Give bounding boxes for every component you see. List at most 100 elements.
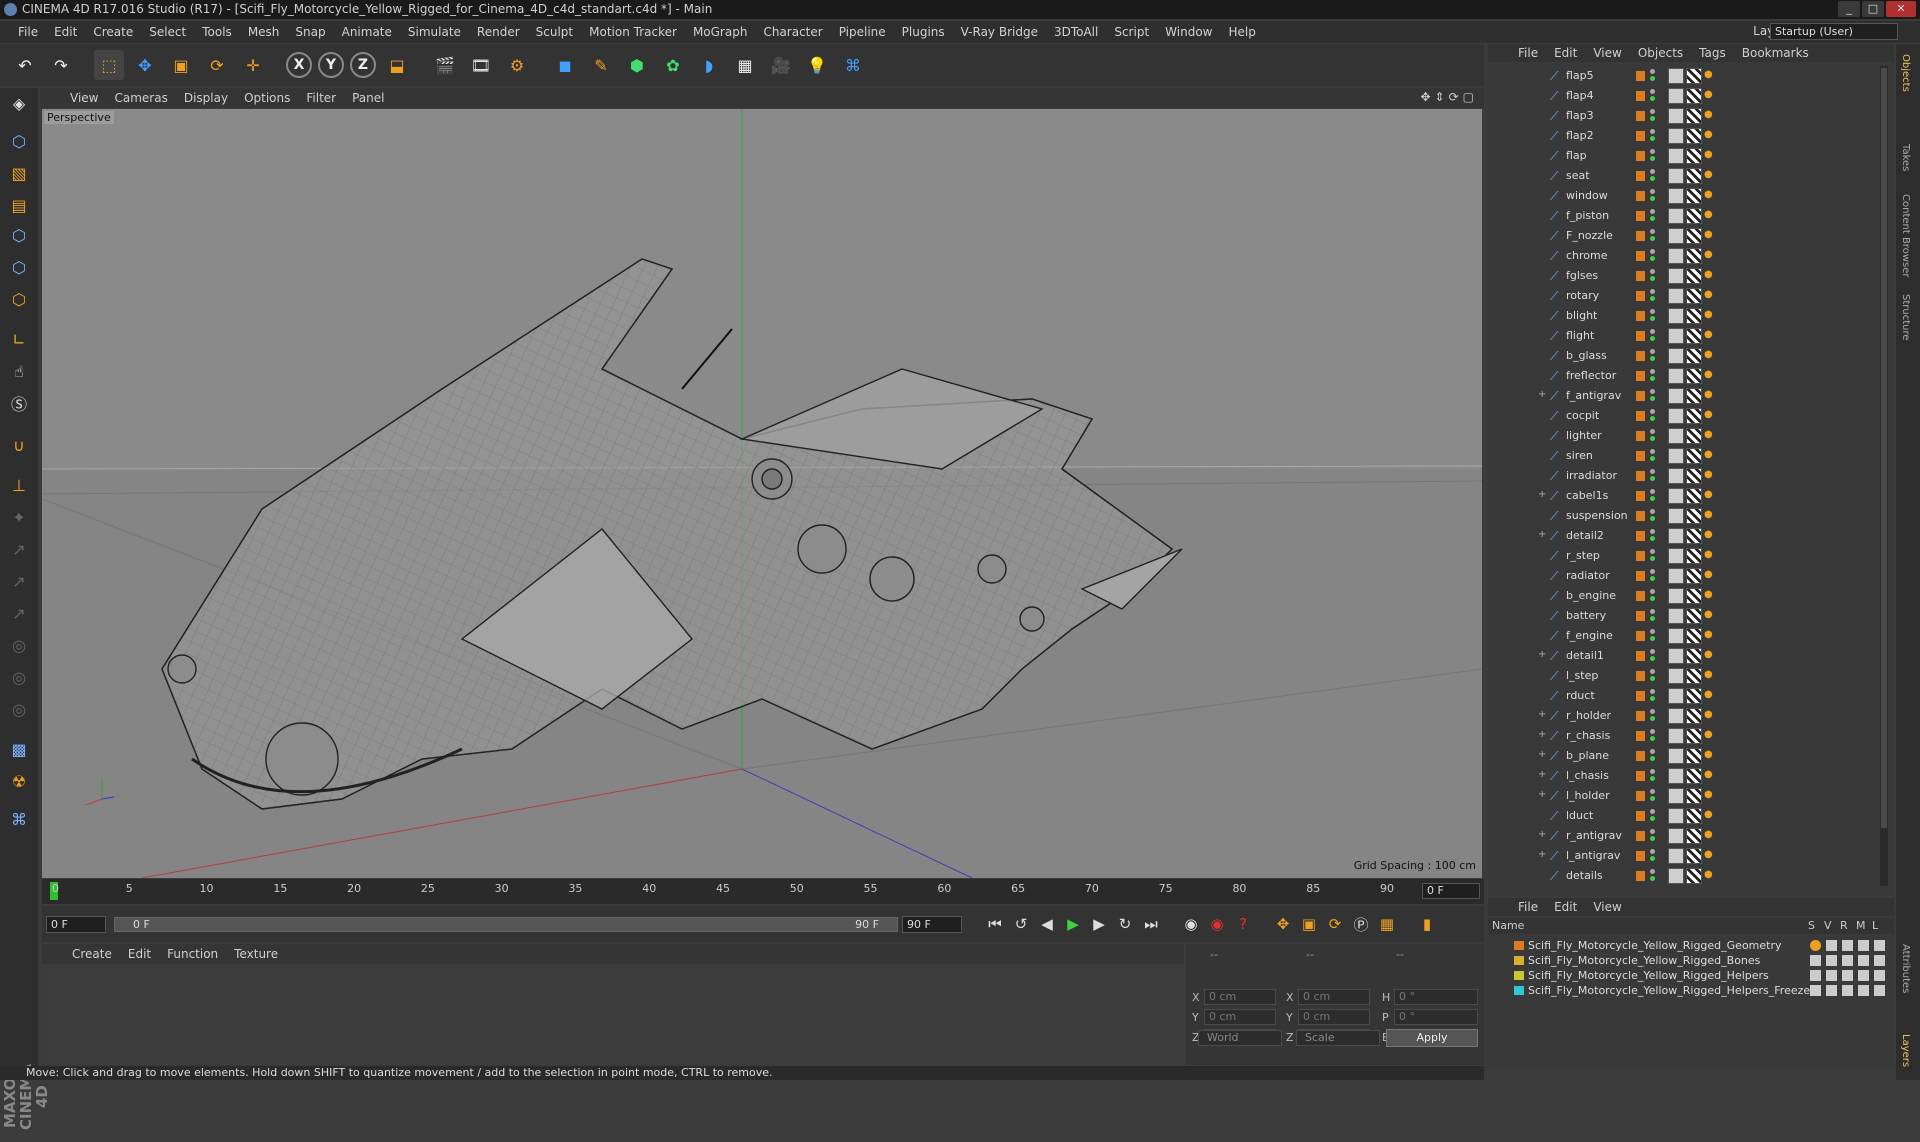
weight-tag-icon[interactable]: ● bbox=[1704, 808, 1720, 824]
subdivision-surface-icon[interactable]: ⬢ bbox=[622, 50, 652, 80]
magnet-icon[interactable]: ∪ bbox=[4, 430, 34, 460]
brush-tool-icon[interactable]: ◎ bbox=[4, 662, 34, 692]
menu-character[interactable]: Character bbox=[755, 21, 830, 43]
visibility-dots[interactable] bbox=[1650, 449, 1656, 463]
weight-tag-icon[interactable]: ● bbox=[1704, 388, 1720, 404]
object-row[interactable]: + ⟋ b_plane ● bbox=[1488, 746, 1880, 766]
viewport-menu-display[interactable]: Display bbox=[176, 91, 236, 105]
viewport-menu-cameras[interactable]: Cameras bbox=[106, 91, 175, 105]
rig-tag-icon[interactable] bbox=[1668, 828, 1684, 844]
expand-toggle-icon[interactable]: + bbox=[1538, 729, 1546, 740]
object-row[interactable]: + ⟋ cabel1s ● bbox=[1488, 486, 1880, 506]
material-tag-icon[interactable] bbox=[1686, 488, 1702, 504]
visibility-dots[interactable] bbox=[1650, 609, 1656, 623]
object-name[interactable]: r_holder bbox=[1566, 709, 1611, 722]
object-row[interactable]: ⟋ lighter ● bbox=[1488, 426, 1880, 446]
grid-snap-icon[interactable]: ▩ bbox=[4, 734, 34, 764]
layer-visible-toggle[interactable] bbox=[1826, 940, 1837, 951]
material-tag-icon[interactable] bbox=[1686, 548, 1702, 564]
object-name[interactable]: flap3 bbox=[1566, 109, 1594, 122]
object-name[interactable]: siren bbox=[1566, 449, 1593, 462]
object-row[interactable]: ⟋ f_piston ● bbox=[1488, 206, 1880, 226]
layer-color-swatch[interactable] bbox=[1636, 251, 1645, 261]
move-tool-icon[interactable]: ✥ bbox=[130, 50, 160, 80]
visibility-dots[interactable] bbox=[1650, 689, 1656, 703]
layer-color-swatch[interactable] bbox=[1636, 711, 1645, 721]
weight-tag-icon[interactable]: ● bbox=[1704, 68, 1720, 84]
material-tag-icon[interactable] bbox=[1686, 528, 1702, 544]
coord-field[interactable]: 0 ° bbox=[1394, 1009, 1478, 1025]
layer-color-swatch[interactable] bbox=[1636, 791, 1645, 801]
layer-render-toggle[interactable] bbox=[1842, 985, 1853, 996]
layer-row[interactable]: Scifi_Fly_Motorcycle_Yellow_Rigged_Bones bbox=[1488, 953, 1885, 968]
layer-color-swatch[interactable] bbox=[1636, 371, 1645, 381]
weight-tag-icon[interactable]: ● bbox=[1704, 108, 1720, 124]
end-frame-field[interactable]: 90 F bbox=[902, 915, 962, 933]
visibility-dots[interactable] bbox=[1650, 849, 1656, 863]
goto-start-icon[interactable]: ⏮ bbox=[982, 911, 1008, 937]
perspective-viewport[interactable]: Perspective Grid Spacing : 100 cm bbox=[42, 109, 1482, 878]
object-name[interactable]: fglses bbox=[1566, 269, 1598, 282]
layer-color-swatch[interactable] bbox=[1636, 211, 1645, 221]
weight-tag-icon[interactable]: ● bbox=[1704, 628, 1720, 644]
render-view-icon[interactable]: 🎬 bbox=[430, 50, 460, 80]
menu-edit[interactable]: Edit bbox=[46, 21, 85, 43]
scrollbar-thumb[interactable] bbox=[1881, 68, 1887, 828]
weight-tag-icon[interactable]: ● bbox=[1704, 268, 1720, 284]
object-name[interactable]: b_plane bbox=[1566, 749, 1609, 762]
visibility-dots[interactable] bbox=[1650, 769, 1656, 783]
layer-color-swatch[interactable] bbox=[1636, 871, 1645, 881]
weight-tag-icon[interactable]: ● bbox=[1704, 128, 1720, 144]
material-tag-icon[interactable] bbox=[1686, 328, 1702, 344]
weight-tag-icon[interactable]: ● bbox=[1704, 208, 1720, 224]
object-list-scrollbar[interactable] bbox=[1880, 66, 1888, 886]
object-menu-bookmarks[interactable]: Bookmarks bbox=[1734, 46, 1817, 60]
layer-solo-toggle[interactable] bbox=[1810, 970, 1821, 981]
scale-tool-icon[interactable]: ▣ bbox=[166, 50, 196, 80]
object-menu-file[interactable]: File bbox=[1510, 46, 1546, 60]
rig-tag-icon[interactable] bbox=[1668, 748, 1684, 764]
object-name[interactable]: f_piston bbox=[1566, 209, 1609, 222]
menu-render[interactable]: Render bbox=[469, 21, 528, 43]
object-row[interactable]: ⟋ flap2 ● bbox=[1488, 126, 1880, 146]
material-menu-function[interactable]: Function bbox=[159, 947, 226, 961]
layer-menu-file[interactable]: File bbox=[1510, 900, 1546, 914]
autokeying-icon[interactable]: ◉ bbox=[1204, 911, 1230, 937]
weight-tag-icon[interactable]: ● bbox=[1704, 608, 1720, 624]
visibility-dots[interactable] bbox=[1650, 409, 1656, 423]
material-tag-icon[interactable] bbox=[1686, 608, 1702, 624]
layer-manager-toggle[interactable] bbox=[1858, 940, 1869, 951]
record-scale-icon[interactable]: ▣ bbox=[1296, 911, 1322, 937]
layer-color-swatch[interactable] bbox=[1636, 611, 1645, 621]
expand-toggle-icon[interactable]: + bbox=[1538, 749, 1546, 760]
live-selection-icon[interactable]: ⬚ bbox=[94, 50, 124, 80]
material-tag-icon[interactable] bbox=[1686, 828, 1702, 844]
object-menu-view[interactable]: View bbox=[1585, 46, 1629, 60]
timeline-layout-icon[interactable]: ▮ bbox=[1414, 911, 1440, 937]
material-tag-icon[interactable] bbox=[1686, 68, 1702, 84]
layer-color-swatch[interactable] bbox=[1636, 771, 1645, 781]
weight-tag-icon[interactable]: ● bbox=[1704, 348, 1720, 364]
tab-takes[interactable]: Takes bbox=[1900, 144, 1911, 171]
keyframe-selection-icon[interactable]: ? bbox=[1230, 911, 1256, 937]
layer-color-swatch[interactable] bbox=[1636, 391, 1645, 401]
visibility-dots[interactable] bbox=[1650, 289, 1656, 303]
object-row[interactable]: ⟋ f_engine ● bbox=[1488, 626, 1880, 646]
viewport-menu-filter[interactable]: Filter bbox=[298, 91, 344, 105]
polygons-mode-icon[interactable]: ⬡ bbox=[4, 284, 34, 314]
rig-tag-icon[interactable] bbox=[1668, 528, 1684, 544]
visibility-dots[interactable] bbox=[1650, 569, 1656, 583]
material-tag-icon[interactable] bbox=[1686, 248, 1702, 264]
material-tag-icon[interactable] bbox=[1686, 368, 1702, 384]
material-tag-icon[interactable] bbox=[1686, 408, 1702, 424]
menu-file[interactable]: File bbox=[10, 21, 46, 43]
weight-tool-icon[interactable]: ◎ bbox=[4, 630, 34, 660]
layer-name[interactable]: Scifi_Fly_Motorcycle_Yellow_Rigged_Helpe… bbox=[1528, 984, 1810, 997]
rig-tag-icon[interactable] bbox=[1668, 168, 1684, 184]
prev-frame-icon[interactable]: ◀ bbox=[1034, 911, 1060, 937]
object-row[interactable]: + ⟋ r_antigrav ● bbox=[1488, 826, 1880, 846]
visibility-dots[interactable] bbox=[1650, 269, 1656, 283]
menu-motion-tracker[interactable]: Motion Tracker bbox=[581, 21, 685, 43]
undo-icon[interactable]: ↶ bbox=[10, 50, 40, 80]
visibility-dots[interactable] bbox=[1650, 129, 1656, 143]
